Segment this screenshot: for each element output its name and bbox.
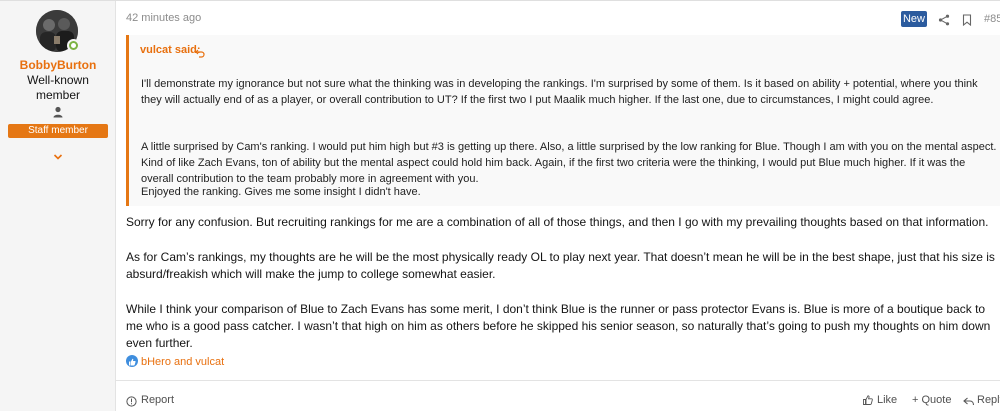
quote-paragraph: A little surprised by Cam's ranking. I w… [141, 141, 997, 185]
quote-author[interactable]: vulcat said: [140, 44, 201, 56]
user-info-column: BobbyBurton Well-known member Staff memb… [0, 1, 116, 411]
post-paragraph: Sorry for any confusion. But recruiting … [126, 215, 989, 229]
person-icon[interactable] [51, 105, 65, 119]
like-reaction-icon [126, 355, 138, 367]
footer-divider [116, 380, 1000, 381]
reaction-list-link[interactable]: bHero and vulcat [141, 356, 224, 368]
like-button[interactable]: Like [877, 394, 897, 406]
online-status-icon [67, 39, 80, 52]
quote-paragraph: Enjoyed the ranking. Gives me some insig… [141, 186, 421, 198]
report-icon[interactable] [126, 394, 137, 407]
thumbs-up-icon[interactable] [862, 393, 874, 405]
report-button[interactable]: Report [141, 394, 174, 406]
new-badge: New [901, 11, 927, 27]
reply-icon[interactable] [963, 394, 975, 406]
quote-paragraph: I'll demonstrate my ignorance but not su… [141, 78, 978, 106]
chevron-down-icon[interactable] [52, 149, 64, 160]
bookmark-icon[interactable] [962, 13, 972, 27]
forum-post: BobbyBurton Well-known member Staff memb… [0, 0, 1000, 411]
go-to-quote-icon[interactable] [195, 45, 205, 58]
post-paragraph: As for Cam’s rankings, my thoughts are h… [126, 250, 995, 281]
reply-button[interactable]: Reply [977, 394, 1000, 406]
share-icon[interactable] [938, 13, 950, 26]
staff-member-badge: Staff member [8, 124, 108, 138]
quote-block: vulcat said: I'll demonstrate my ignoran… [126, 35, 1000, 206]
quote-button[interactable]: + Quote [912, 394, 951, 406]
post-paragraph: While I think your comparison of Blue to… [126, 302, 991, 350]
user-title: Well-known member [27, 73, 89, 102]
post-timestamp[interactable]: 42 minutes ago [126, 12, 201, 24]
post-number-link[interactable]: #85 [984, 13, 1000, 25]
username-link[interactable]: BobbyBurton [0, 58, 116, 72]
